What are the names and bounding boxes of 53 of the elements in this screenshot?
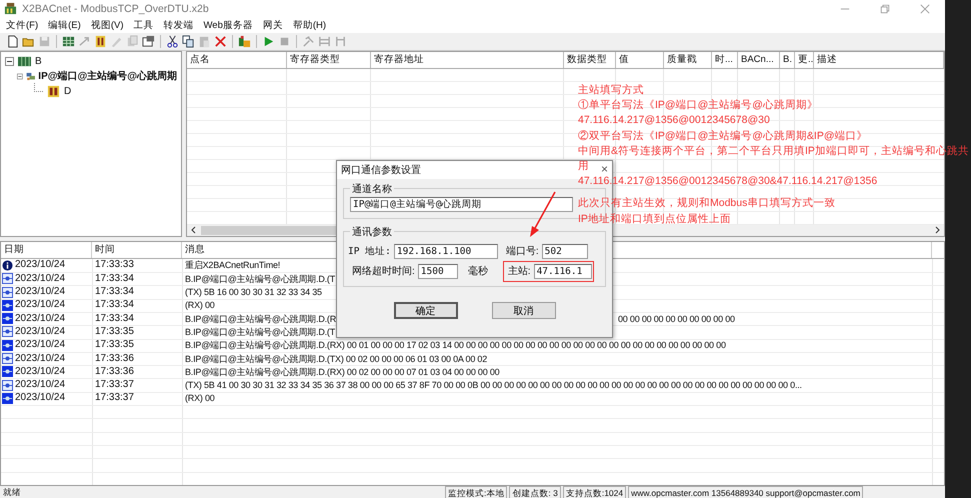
message-cell: 重启X2BACnetRunTime! — [185, 259, 280, 272]
message-cell: B.IP@端口@主站编号@心跳周期.D.(RX) 00 01 00 00 00 17 02 03 14 00 00 00 00 00 00 00 00 00 00 00 00 00 00 00 00 00 00 00 00 00 00 00 — [185, 339, 726, 352]
field-label: 网络超时时间: — [352, 264, 415, 278]
message-cell: (TX) 5B 16 00 30 30 31 32 33 34 35 — [185, 286, 322, 298]
group-label: 通讯参数 — [350, 225, 394, 239]
message-cell: 00 00 00 00 00 00 00 00 00 00 — [618, 312, 735, 325]
date-cell: 2023/10/24 — [15, 259, 66, 272]
date-cell: 2023/10/24 — [15, 299, 66, 312]
message-cell: (TX) 5B 41 00 30 30 31 32 33 34 35 36 37 38 00 00 00 65 37 8F 70 00 00 0B 00 00 00 00 00 00 00 00 00 00 00 00 00 00 00 00 00 00 00 00 00 00 00 00 00 00 0... — [185, 379, 802, 392]
status-text: 就绪 — [2, 486, 22, 498]
annotation-text: ②双平台写法《IP@端口@主站编号@心跳周期&IP@端口》 — [578, 128, 868, 144]
dialog-title: 网口通信参数设置 — [341, 164, 421, 177]
message-cell: (RX) 00 — [185, 392, 215, 404]
time-cell-text: 17:33:37 — [94, 378, 135, 392]
field-label: 主站: — [508, 264, 531, 278]
date-cell: 2023/10/24 — [15, 286, 66, 298]
annotation-text: 47.116.14.217@1356@0012345678@30 — [578, 113, 770, 128]
date-cell: 2023/10/24 — [15, 366, 66, 378]
time-cell-text: 17:33:36 — [94, 365, 135, 378]
message-cell: B.IP@端口@主站编号@心跳周期.D.(TX) 00 02 00 00 00 06 01 03 00 0A 00 02 — [185, 352, 488, 365]
status-text: www.opcmaster.com 13564889340 support@opcmaster.com — [628, 486, 864, 498]
time-cell-text: 17:33:34 — [94, 298, 135, 312]
status-text: 支持点数:1024 — [562, 486, 626, 498]
window-title: X2BACnet - ModbusTCP_OverDTU.x2b — [22, 2, 209, 15]
date-cell: 2023/10/24 — [15, 392, 66, 404]
field-label: IP 地址: — [348, 244, 391, 258]
annotation-text: 用 — [578, 159, 589, 174]
unit-label: 毫秒 — [468, 264, 488, 278]
date-cell: 2023/10/24 — [15, 272, 66, 285]
status-text: 创建点数: 3 — [509, 486, 561, 498]
message-cell: B.IP@端口@主站编号@心跳周期.D.(T — [185, 272, 336, 285]
date-cell: 2023/10/24 — [15, 339, 66, 352]
message-cell: (RX) 00 — [185, 299, 215, 312]
status-text: 监控模式:本地 — [445, 486, 508, 498]
time-cell-text: 17:33:35 — [94, 338, 135, 352]
date-cell: 2023/10/24 — [15, 379, 66, 392]
time-cell-text: 17:33:33 — [94, 258, 135, 272]
date-cell: 2023/10/24 — [15, 352, 66, 365]
time-cell-text: 17:33:35 — [94, 325, 135, 339]
field-label: 端口号: — [506, 244, 539, 258]
message-cell: B.IP@端口@主站编号@心跳周期.D.(T — [185, 326, 336, 338]
time-cell-text: 17:33:34 — [94, 272, 135, 286]
group-label: 通道名称 — [350, 182, 394, 196]
time-cell-text: 17:33:34 — [94, 312, 135, 326]
message-cell: B.IP@端口@主站编号@心跳周期.D.(RX) 00 02 00 00 00 07 01 03 04 00 00 00 00 — [185, 366, 500, 378]
time-cell-text: 17:33:34 — [94, 285, 135, 299]
annotation-text: ①单平台写法《IP@端口@主站编号@心跳周期》 — [578, 98, 818, 114]
date-cell: 2023/10/24 — [15, 326, 66, 338]
annotation-text: 主站填写方式 — [578, 83, 644, 98]
date-cell: 2023/10/24 — [15, 312, 66, 325]
time-cell-text: 17:33:36 — [94, 352, 135, 366]
time-cell-text: 17:33:37 — [94, 392, 135, 406]
message-cell: B.IP@端口@主站编号@心跳周期.D.(R — [185, 312, 337, 325]
